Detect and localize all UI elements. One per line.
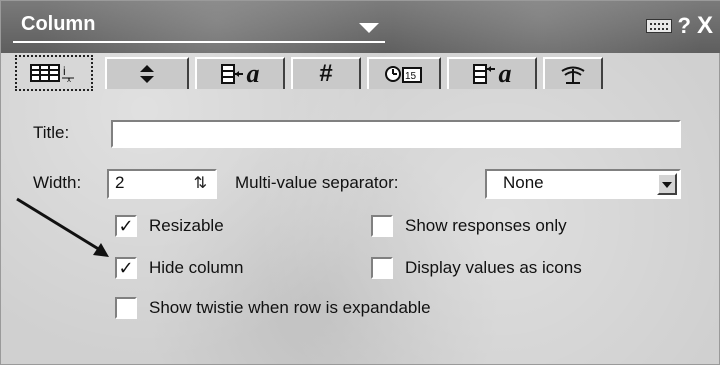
svg-text:x: x — [67, 75, 71, 84]
help-icon[interactable]: ? — [678, 13, 691, 39]
title-label: Title: — [33, 123, 70, 142]
tab-header-font-glyph: a — [498, 59, 512, 88]
title-field[interactable] — [111, 120, 681, 148]
show-responses-only-checkbox[interactable] — [371, 215, 393, 237]
width-stepper[interactable]: 2 ⇅ — [107, 169, 217, 199]
svg-text:15: 15 — [405, 71, 417, 82]
spin-arrows-icon[interactable]: ⇅ — [194, 173, 207, 193]
width-value: 2 — [115, 173, 125, 192]
chevron-down-icon — [359, 23, 379, 33]
tab-title-font[interactable]: a — [195, 57, 285, 89]
column-properties-dialog: Column ? X i x a # 15 a Title: Width: 2 … — [0, 0, 720, 365]
tab-number-format[interactable]: # — [291, 57, 361, 89]
separator-label: Multi-value separator: — [235, 173, 399, 192]
hide-column-label: Hide column — [149, 258, 244, 277]
close-icon[interactable]: X — [697, 12, 713, 40]
chevron-down-icon[interactable] — [657, 173, 677, 195]
hash-icon: # — [319, 60, 333, 87]
properties-type-dropdown[interactable]: Column — [13, 9, 385, 43]
display-values-as-icons-label: Display values as icons — [405, 258, 582, 277]
tab-title-font-glyph: a — [246, 59, 260, 88]
show-responses-only-label: Show responses only — [405, 216, 567, 235]
resizable-checkbox[interactable]: ✓ — [115, 215, 137, 237]
svg-text:i: i — [63, 64, 66, 78]
column-grid-icon: i x — [30, 62, 78, 84]
sort-arrows-icon — [137, 63, 157, 85]
title-controls: ? X — [645, 11, 713, 41]
title-bar: Column ? X — [1, 1, 720, 53]
show-twistie-checkbox[interactable] — [115, 297, 137, 319]
show-twistie-label: Show twistie when row is expandable — [149, 298, 431, 317]
dialog-title: Column — [21, 13, 96, 35]
advanced-icon — [558, 63, 588, 85]
hide-column-checkbox[interactable]: ✓ — [115, 257, 137, 279]
tab-column-info[interactable]: i x — [15, 55, 93, 91]
keyboard-icon[interactable] — [645, 19, 672, 33]
tab-date-time[interactable]: 15 — [367, 57, 441, 89]
resizable-label: Resizable — [149, 216, 224, 235]
separator-select[interactable]: None — [485, 169, 681, 199]
tab-header-font[interactable]: a — [447, 57, 537, 89]
column-info-panel: Title: Width: 2 ⇅ Multi-value separator:… — [15, 93, 705, 355]
tab-advanced[interactable] — [543, 57, 603, 89]
display-values-as-icons-checkbox[interactable] — [371, 257, 393, 279]
tab-sorting[interactable] — [105, 57, 189, 89]
separator-value: None — [503, 173, 544, 192]
font-a-icon: a — [472, 59, 512, 88]
clock-calendar-icon: 15 — [384, 63, 424, 85]
font-a-icon: a — [220, 59, 260, 88]
width-label: Width: — [33, 173, 82, 192]
